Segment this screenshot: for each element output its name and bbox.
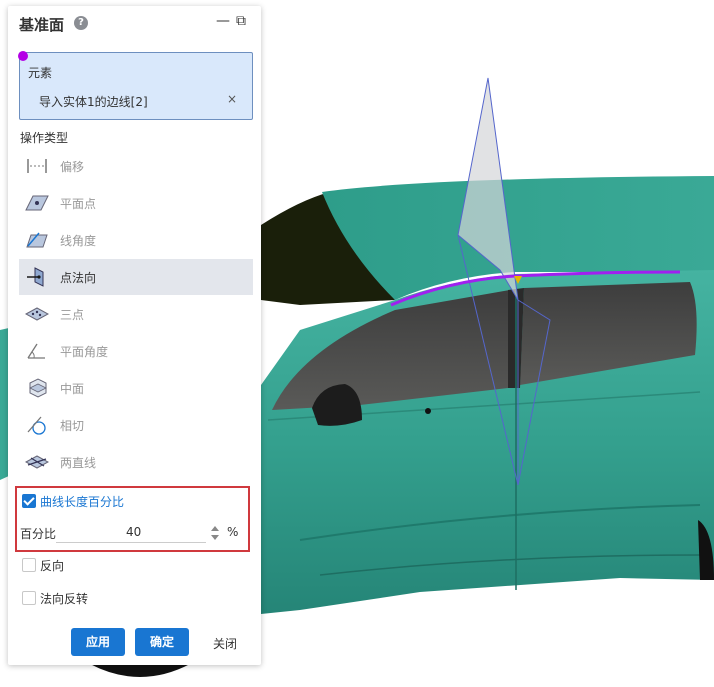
help-icon[interactable]: ? [74,16,88,30]
op-two-lines-label: 两直线 [60,456,97,470]
curve-length-percent-label[interactable]: 曲线长度百分比 [40,493,124,510]
normal-flip-label[interactable]: 法向反转 [40,590,88,607]
reverse-label[interactable]: 反向 [40,557,64,574]
percent-label: 百分比 [20,527,57,541]
op-plane-angle[interactable]: 平面角度 [19,333,253,369]
percent-input-underline [56,542,206,543]
two-lines-icon [25,455,49,469]
tangent-icon [27,416,46,435]
curve-length-percent-checkbox[interactable] [22,494,36,508]
line-angle-icon [26,232,48,248]
element-section-label: 元素 [28,66,53,80]
op-line-angle[interactable]: 线角度 [19,222,253,258]
restore-window-icon[interactable]: ⧉ [236,13,246,29]
operation-type-label: 操作类型 [20,131,69,145]
op-tangent[interactable]: 相切 [19,407,253,443]
percent-unit: % [227,525,239,539]
remove-element-icon[interactable]: × [227,92,237,106]
minimize-icon[interactable]: — [216,13,230,29]
op-plane-point[interactable]: 平面点 [19,185,253,221]
op-mid-plane-label: 中面 [60,382,85,396]
offset-icon [27,159,47,173]
mid-plane-icon [29,378,47,398]
op-two-lines[interactable]: 两直线 [19,444,253,480]
op-offset-label: 偏移 [60,160,85,174]
normal-flip-checkbox[interactable] [22,591,36,605]
op-point-normal[interactable]: 点法向 [19,259,253,295]
apply-button[interactable]: 应用 [71,628,125,656]
panel-title: 基准面 [19,16,65,34]
element-selection-box[interactable]: 元素 导入实体1的边线[2] × [18,51,253,120]
op-line-angle-label: 线角度 [60,234,97,248]
plane-point-icon [25,195,49,211]
op-mid-plane[interactable]: 中面 [19,370,253,406]
op-point-normal-label: 点法向 [60,271,97,285]
selection-color-dot [18,51,28,61]
reverse-checkbox[interactable] [22,558,36,572]
stepper-down-icon [211,535,219,540]
close-button[interactable]: 关闭 [213,635,237,652]
ok-button[interactable]: 确定 [135,628,189,656]
op-plane-point-label: 平面点 [60,197,97,211]
percent-stepper[interactable] [210,523,220,543]
stepper-up-icon [211,526,219,531]
point-normal-icon [27,267,44,287]
plane-angle-icon [27,343,45,359]
selected-element[interactable]: 导入实体1的边线[2] [39,93,148,110]
three-points-icon [25,307,49,321]
op-tangent-label: 相切 [60,419,85,433]
op-plane-angle-label: 平面角度 [60,345,109,359]
op-offset[interactable]: 偏移 [19,148,253,184]
percent-input[interactable]: 40 [126,525,141,539]
datum-plane-panel: 基准面 ? — ⧉ 元素 导入实体1的边线[2] × 操作类型 偏移 平面点 线… [8,6,261,665]
op-three-points-label: 三点 [60,308,85,322]
panel-header: 基准面 ? — ⧉ [8,6,261,40]
op-three-points[interactable]: 三点 [19,296,253,332]
